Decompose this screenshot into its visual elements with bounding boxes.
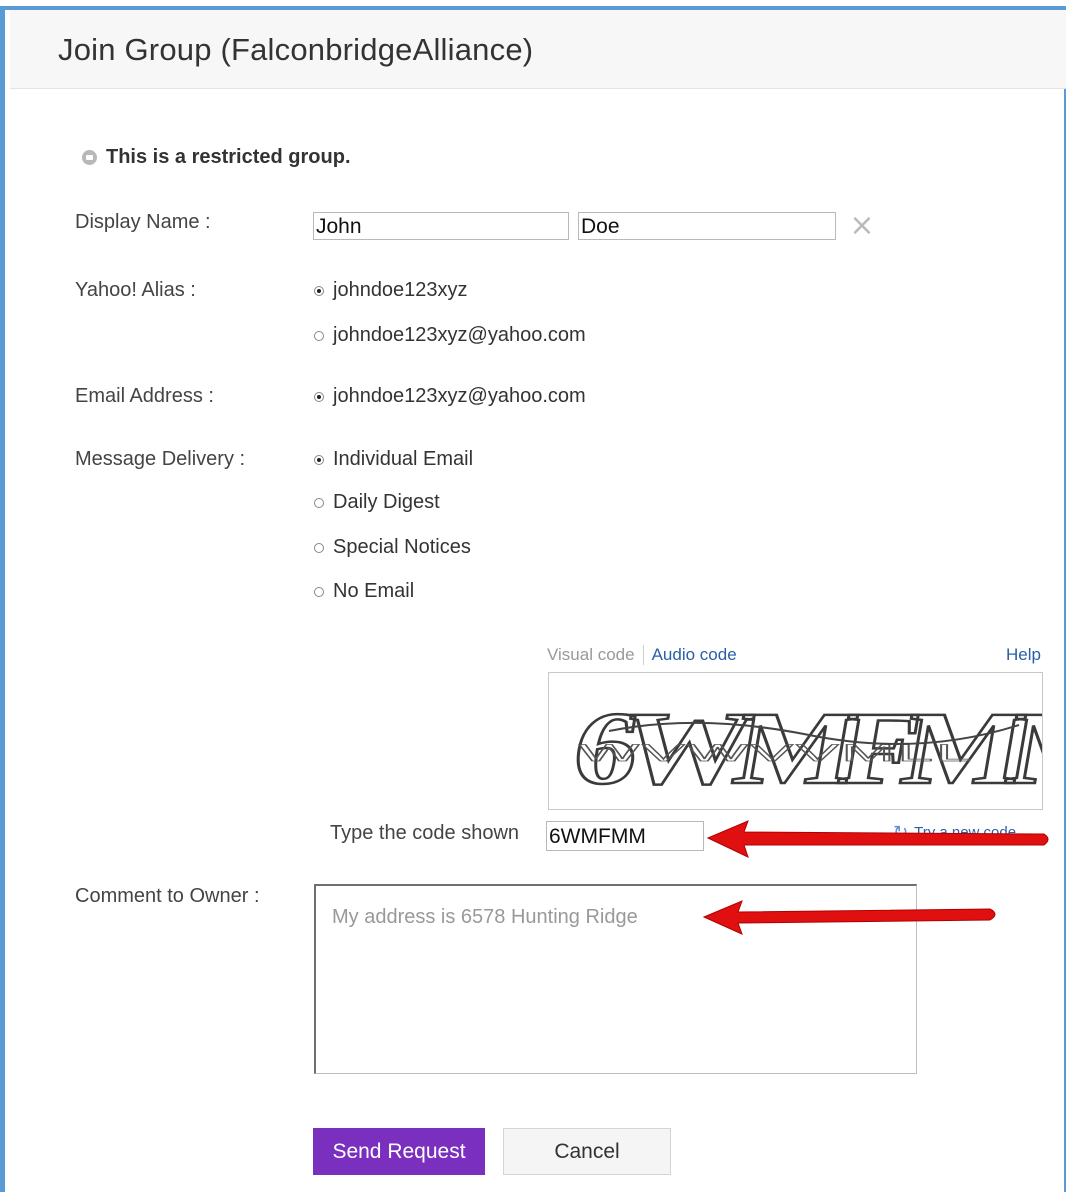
captcha-code-input[interactable] [546, 821, 704, 851]
alias-option-email[interactable]: johndoe123xyz@yahoo.com [314, 324, 586, 347]
delivery-option-label: Daily Digest [333, 491, 440, 513]
delivery-option-digest[interactable]: Daily Digest [314, 491, 440, 514]
cancel-button[interactable]: Cancel [503, 1128, 671, 1175]
email-option-label: johndoe123xyz@yahoo.com [333, 385, 586, 407]
dialog-title: Join Group (FalconbridgeAlliance) [58, 32, 534, 67]
tab-audio-code[interactable]: Audio code [644, 645, 737, 665]
dialog-header: Join Group (FalconbridgeAlliance) [10, 10, 1066, 89]
email-address-label: Email Address : [75, 385, 214, 407]
yahoo-alias-label: Yahoo! Alias : [75, 279, 196, 301]
restricted-notice: This is a restricted group. [82, 146, 351, 169]
clear-icon[interactable]: × [848, 211, 876, 241]
captcha-code-label: Type the code shown [330, 822, 520, 844]
delivery-option-label: Individual Email [333, 448, 474, 470]
delivery-option-label: Special Notices [333, 536, 471, 558]
delivery-option-label: No Email [333, 580, 415, 602]
lock-icon [82, 150, 97, 165]
captcha-tabs: Visual code Audio code [547, 645, 737, 665]
captcha-image: 6WMFMM WVWVVMLL [548, 672, 1043, 810]
annotation-arrow-code [706, 820, 1049, 858]
radio-button-checked[interactable] [314, 454, 324, 465]
radio-button[interactable] [314, 586, 324, 597]
annotation-arrow-comment [702, 900, 996, 935]
send-request-button[interactable]: Send Request [313, 1128, 485, 1175]
delivery-option-special[interactable]: Special Notices [314, 536, 471, 559]
restricted-notice-text: This is a restricted group. [106, 146, 351, 168]
email-option[interactable]: johndoe123xyz@yahoo.com [314, 385, 586, 408]
captcha-help-link[interactable]: Help [1006, 645, 1041, 665]
alias-option-username[interactable]: johndoe123xyz [314, 279, 468, 302]
first-name-input[interactable] [313, 212, 569, 240]
display-name-label: Display Name : [75, 211, 211, 233]
delivery-option-individual[interactable]: Individual Email [314, 448, 473, 471]
radio-button[interactable] [314, 330, 324, 341]
last-name-input[interactable] [578, 212, 836, 240]
radio-button-checked[interactable] [314, 391, 324, 402]
captcha-picture: 6WMFMM WVWVVMLL [564, 690, 1042, 808]
radio-button-checked[interactable] [314, 285, 324, 296]
comment-label: Comment to Owner : [75, 885, 260, 907]
alias-option-label: johndoe123xyz [333, 279, 468, 301]
radio-button[interactable] [314, 497, 324, 508]
tab-visual-code[interactable]: Visual code [547, 645, 644, 665]
alias-option-label: johndoe123xyz@yahoo.com [333, 324, 586, 346]
message-delivery-label: Message Delivery : [75, 448, 246, 470]
delivery-option-none[interactable]: No Email [314, 580, 414, 603]
radio-button[interactable] [314, 542, 324, 553]
